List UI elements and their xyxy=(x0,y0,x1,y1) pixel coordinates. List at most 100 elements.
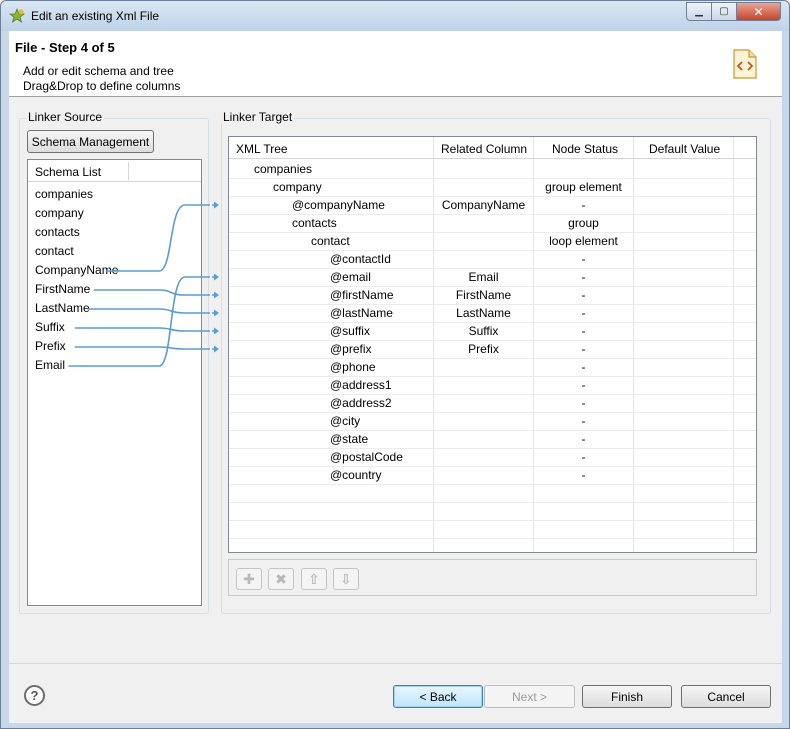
link-arrow-icon xyxy=(214,345,219,353)
node-status-cell: group element xyxy=(545,180,622,194)
help-icon[interactable]: ? xyxy=(24,685,45,706)
xml-node-name: @city xyxy=(330,414,361,428)
add-button[interactable]: ✚ xyxy=(236,568,262,590)
schema-list-item[interactable]: contact xyxy=(35,242,74,261)
schema-list-header-label: Schema List xyxy=(35,165,102,179)
xml-node-name: @country xyxy=(330,468,382,482)
delete-button[interactable]: ✖ xyxy=(268,568,294,590)
related-column-cell: LastName xyxy=(456,306,511,320)
related-column-cell: Suffix xyxy=(468,324,499,338)
step-description-2: Drag&Drop to define columns xyxy=(23,79,181,93)
xml-node-name: @state xyxy=(330,432,369,446)
column-divider xyxy=(633,137,634,552)
xml-node-name: @phone xyxy=(330,360,376,374)
schema-list-item[interactable]: Suffix xyxy=(35,318,65,337)
related-column-cell xyxy=(434,448,533,466)
node-status-cell: - xyxy=(581,306,586,320)
row-divider xyxy=(229,502,756,503)
column-divider xyxy=(128,162,129,180)
minimize-icon: ▁ xyxy=(695,6,703,17)
xml-tree-table[interactable]: XML Tree Related Column Node Status Defa… xyxy=(228,136,757,553)
window-title: Edit an existing Xml File xyxy=(31,9,160,23)
schema-list-item[interactable]: FirstName xyxy=(35,280,90,299)
dialog-window: Edit an existing Xml File ▁ ▢ ✕ File - S… xyxy=(0,0,790,729)
node-status-cell: - xyxy=(581,360,586,374)
linker-target-title: Linker Target xyxy=(221,110,295,124)
xml-node-name: @prefix xyxy=(330,342,372,356)
back-button[interactable]: < Back xyxy=(393,685,483,708)
xml-node-name: @suffix xyxy=(330,324,370,338)
related-column-cell: CompanyName xyxy=(441,198,526,212)
schema-list[interactable]: Schema List companies company contacts cont… xyxy=(27,159,202,606)
column-header-related-column[interactable]: Related Column xyxy=(441,142,527,156)
schema-list-item[interactable]: CompanyName xyxy=(35,261,118,280)
move-down-button[interactable]: ⇩ xyxy=(333,568,359,590)
xml-node-name: @firstName xyxy=(330,288,394,302)
schema-list-item[interactable]: company xyxy=(35,204,84,223)
xml-file-icon xyxy=(733,49,757,79)
xml-node-name: companies xyxy=(254,162,313,176)
node-status-cell: - xyxy=(581,378,586,392)
node-status-cell: loop element xyxy=(549,234,618,248)
related-column-cell xyxy=(434,430,533,448)
window-controls: ▁ ▢ ✕ xyxy=(686,2,781,21)
xml-node-name: @companyName xyxy=(292,198,385,212)
node-status-cell: - xyxy=(581,270,586,284)
related-column-cell xyxy=(434,412,533,430)
schema-list-item[interactable]: Email xyxy=(35,356,65,375)
row-divider xyxy=(229,538,756,539)
xml-node-name: @address1 xyxy=(330,378,392,392)
footer-divider xyxy=(9,663,782,664)
schema-list-header: Schema List xyxy=(28,160,201,182)
xml-node-name: @contactId xyxy=(330,252,391,266)
xml-node-name: company xyxy=(273,180,322,194)
node-status-cell: - xyxy=(581,198,586,212)
finish-button[interactable]: Finish xyxy=(582,685,672,708)
linker-source-title: Linker Source xyxy=(26,110,105,124)
related-column-cell xyxy=(434,358,533,376)
xml-node-name: @lastName xyxy=(330,306,393,320)
title-bar[interactable]: Edit an existing Xml File ▁ ▢ ✕ xyxy=(1,1,789,31)
related-column-cell xyxy=(434,250,533,268)
column-header-default-value[interactable]: Default Value xyxy=(649,142,720,156)
column-header-node-status[interactable]: Node Status xyxy=(552,142,618,156)
add-icon: ✚ xyxy=(243,570,255,587)
xml-node-name: contact xyxy=(311,234,350,248)
link-arrow-icon xyxy=(214,291,219,299)
xml-tree-header: XML Tree Related Column Node Status Defa… xyxy=(229,137,756,159)
related-column-cell: FirstName xyxy=(455,288,512,302)
schema-list-item[interactable]: LastName xyxy=(35,299,90,318)
related-column-cell xyxy=(434,466,533,484)
xml-node-name: @email xyxy=(330,270,371,284)
related-column-cell xyxy=(434,178,533,196)
step-title: File - Step 4 of 5 xyxy=(15,40,115,55)
delete-icon: ✖ xyxy=(275,570,287,587)
move-up-button[interactable]: ⇧ xyxy=(301,568,327,590)
related-column-cell xyxy=(434,394,533,412)
schema-management-button[interactable]: Schema Management xyxy=(27,130,154,153)
node-status-cell: - xyxy=(581,288,586,302)
cancel-button[interactable]: Cancel xyxy=(681,685,771,708)
related-column-cell xyxy=(434,232,533,250)
wizard-header: File - Step 4 of 5 Add or edit schema an… xyxy=(9,31,782,97)
next-button[interactable]: Next > xyxy=(484,685,575,708)
link-arrow-icon xyxy=(214,273,219,281)
link-arrow-icon xyxy=(214,309,219,317)
schema-list-item[interactable]: contacts xyxy=(35,223,80,242)
maximize-button[interactable]: ▢ xyxy=(712,2,737,21)
column-divider xyxy=(733,137,734,552)
schema-list-item[interactable]: companies xyxy=(35,185,93,204)
move-up-icon: ⇧ xyxy=(308,570,320,587)
node-status-cell: - xyxy=(581,414,586,428)
close-button[interactable]: ✕ xyxy=(737,2,781,21)
node-status-cell: - xyxy=(581,252,586,266)
node-status-cell: - xyxy=(581,396,586,410)
related-column-cell xyxy=(434,214,533,232)
column-header-xml-tree[interactable]: XML Tree xyxy=(236,142,288,156)
maximize-icon: ▢ xyxy=(719,6,729,17)
related-column-cell: Email xyxy=(468,270,499,284)
node-status-cell: - xyxy=(581,432,586,446)
minimize-button[interactable]: ▁ xyxy=(686,2,712,21)
app-icon xyxy=(9,8,25,23)
schema-list-item[interactable]: Prefix xyxy=(35,337,66,356)
